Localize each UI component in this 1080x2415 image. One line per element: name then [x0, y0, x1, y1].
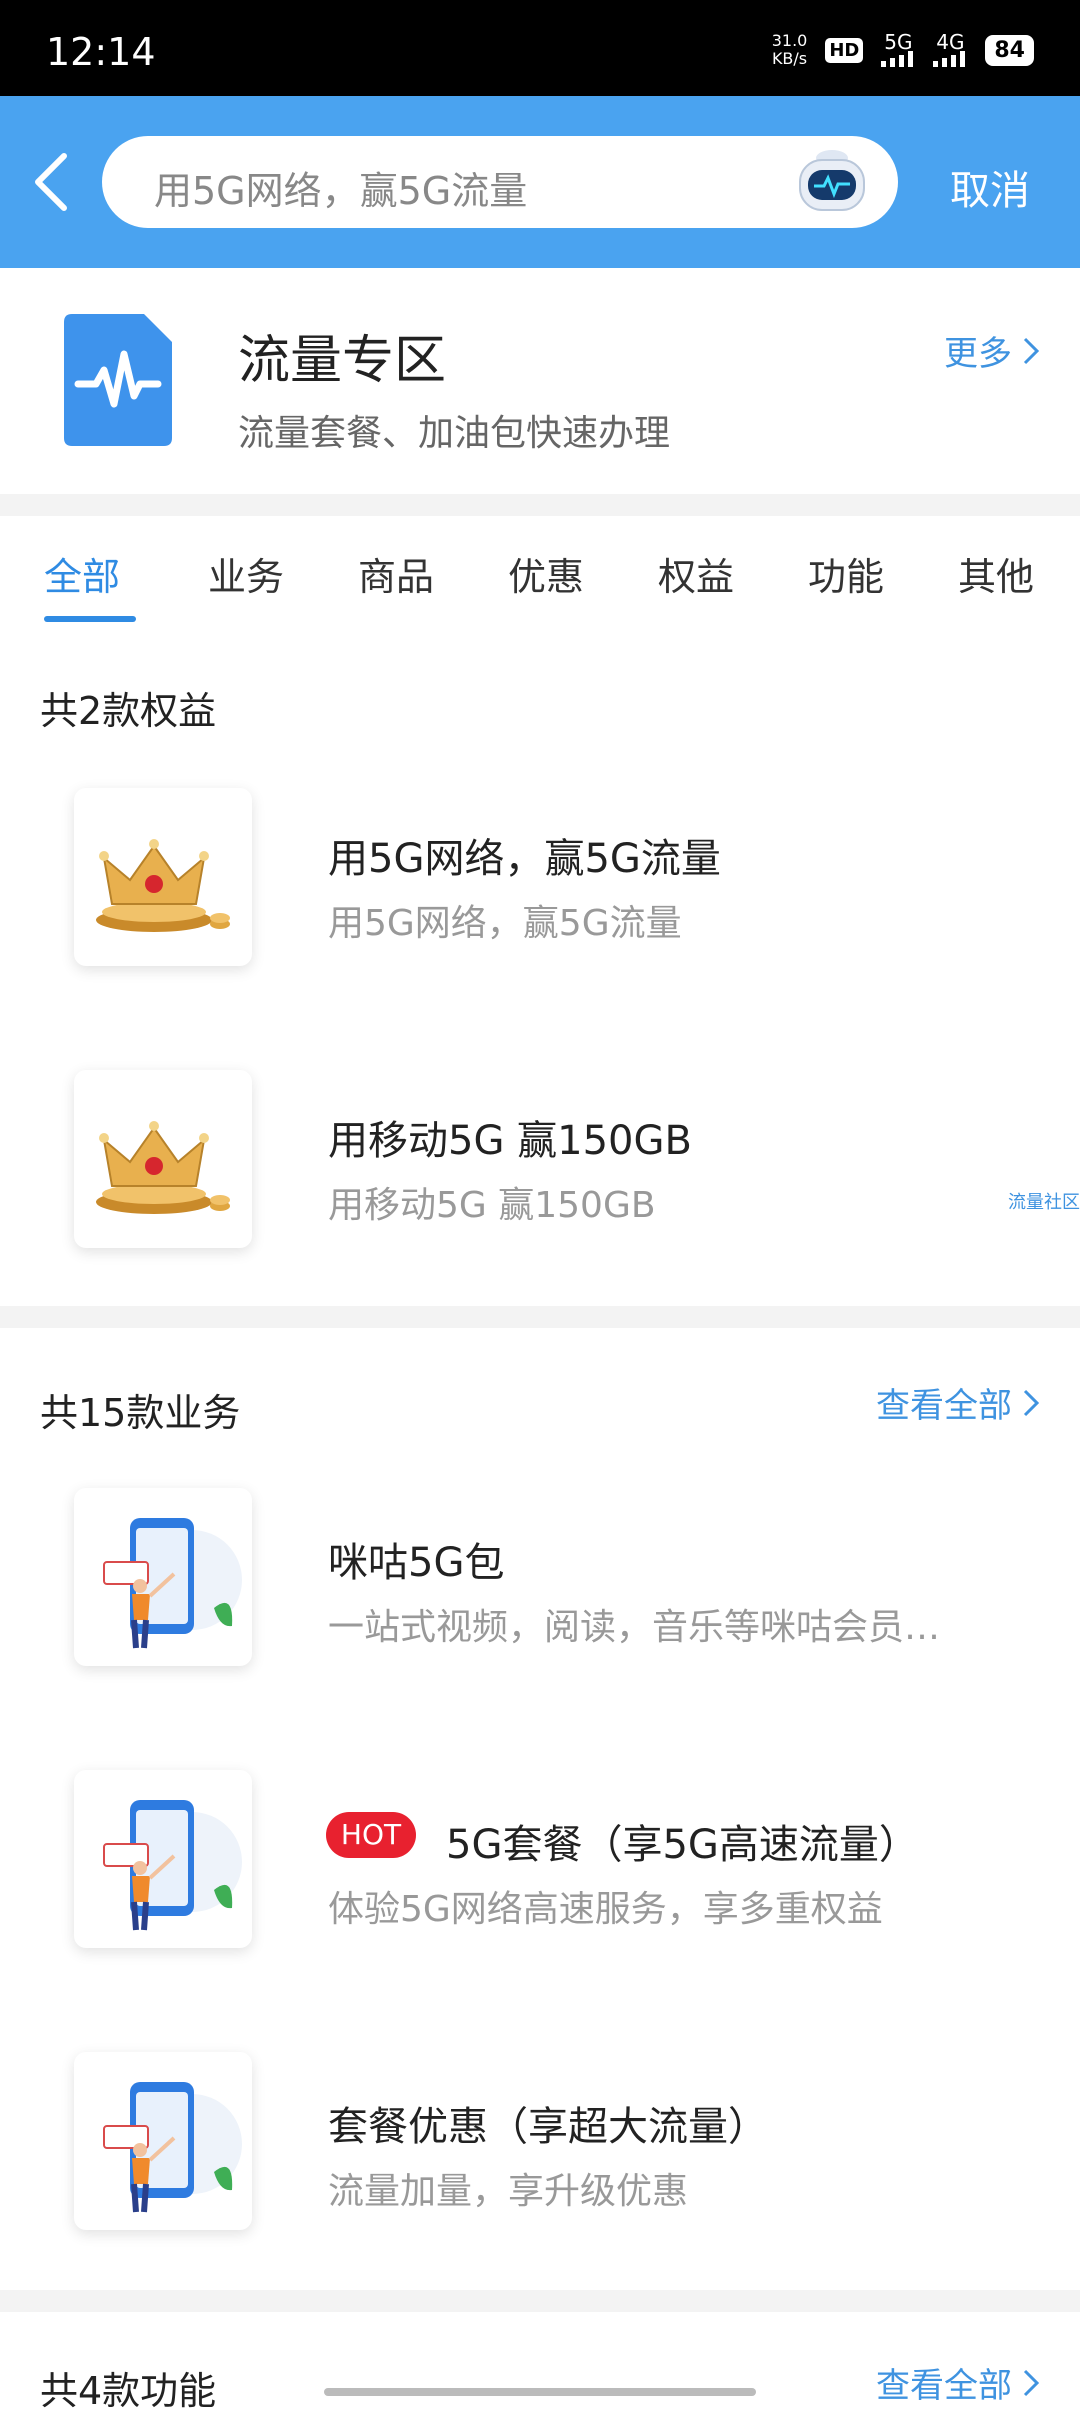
chevron-right-icon [1023, 2369, 1040, 2396]
category-tabs: 全部 业务 商品 优惠 权益 功能 其他 [0, 516, 1080, 626]
tab-goods[interactable]: 商品 [358, 546, 434, 601]
status-icons: 31.0 KB/s HD 5G 4G 84 [772, 32, 1034, 68]
crown-icon[interactable] [74, 788, 252, 966]
traffic-community-tag[interactable]: 流量社区 [1008, 1188, 1080, 1214]
home-indicator[interactable] [324, 2388, 756, 2396]
signal-5g-icon: 5G [881, 30, 915, 67]
active-tab-indicator [44, 616, 136, 622]
business-item-subtitle: 流量加量，享升级优惠 [328, 2171, 689, 2212]
traffic-pulse-icon [64, 314, 172, 446]
tab-all[interactable]: 全部 [44, 546, 120, 601]
rights-section-title: 共2款权益 [40, 689, 217, 733]
back-arrow-icon[interactable] [28, 150, 72, 214]
signal-4g-icon: 4G [933, 30, 967, 67]
battery-icon: 84 [985, 34, 1034, 66]
tab-rights[interactable]: 权益 [658, 546, 734, 601]
phone-person-icon[interactable] [74, 2052, 252, 2230]
phone-person-icon[interactable] [74, 1488, 252, 1666]
section-divider [0, 1306, 1080, 1328]
business-item-subtitle: 一站式视频，阅读，音乐等咪咕会员… [328, 1607, 941, 1648]
phone-person-icon[interactable] [74, 1770, 252, 1948]
features-section-title: 共4款功能 [40, 2369, 217, 2413]
business-item-title[interactable]: 5G套餐（享5G高速流量） [446, 1812, 919, 1870]
signal-4g-label: 4G [936, 30, 965, 54]
see-all-label: 查看全部 [876, 1386, 1012, 1426]
network-speed: 31.0 KB/s [772, 32, 808, 68]
section-divider [0, 2290, 1080, 2312]
zone-subtitle: 流量套餐、加油包快速办理 [238, 413, 671, 454]
traffic-zone-card[interactable]: 流量专区 流量套餐、加油包快速办理 更多 [0, 268, 1080, 494]
business-item-subtitle: 体验5G网络高速服务，享多重权益 [328, 1889, 883, 1930]
rights-item-title[interactable]: 用移动5G 赢150GB [328, 1108, 692, 1166]
status-time: 12:14 [46, 30, 156, 74]
network-speed-value: 31.0 [771, 31, 808, 50]
business-see-all-link[interactable]: 查看全部 [876, 1378, 1040, 1427]
section-divider [0, 494, 1080, 516]
tab-business[interactable]: 业务 [208, 546, 284, 601]
chevron-right-icon [1023, 337, 1040, 364]
search-input[interactable]: 用5G网络，赢5G流量 [102, 136, 898, 228]
cancel-button[interactable]: 取消 [950, 158, 1030, 216]
zone-more-link[interactable]: 更多 [944, 326, 1040, 375]
search-input-text: 用5G网络，赢5G流量 [154, 169, 528, 213]
business-section-title: 共15款业务 [40, 1391, 241, 1435]
hd-icon: HD [825, 37, 864, 63]
rights-item-subtitle: 用移动5G 赢150GB [328, 1185, 656, 1226]
tab-other[interactable]: 其他 [958, 546, 1034, 601]
chevron-right-icon [1023, 1389, 1040, 1416]
business-item-title[interactable]: 咪咕5G包 [328, 1530, 504, 1588]
tab-discount[interactable]: 优惠 [508, 546, 584, 601]
zone-title: 流量专区 [238, 331, 447, 391]
robot-assistant-icon[interactable] [792, 144, 872, 220]
hot-badge: HOT [326, 1812, 416, 1858]
tab-functions[interactable]: 功能 [808, 546, 884, 601]
zone-more-label: 更多 [944, 334, 1012, 374]
network-speed-unit: KB/s [771, 49, 808, 68]
status-bar: 12:14 31.0 KB/s HD 5G 4G 84 [0, 0, 1080, 96]
signal-5g-label: 5G [884, 30, 913, 54]
crown-icon[interactable] [74, 1070, 252, 1248]
business-item-title[interactable]: 套餐优惠（享超大流量） [328, 2094, 768, 2152]
rights-item-title[interactable]: 用5G网络，赢5G流量 [328, 826, 721, 884]
search-header: 用5G网络，赢5G流量 取消 [0, 96, 1080, 268]
rights-item-subtitle: 用5G网络，赢5G流量 [328, 903, 682, 944]
